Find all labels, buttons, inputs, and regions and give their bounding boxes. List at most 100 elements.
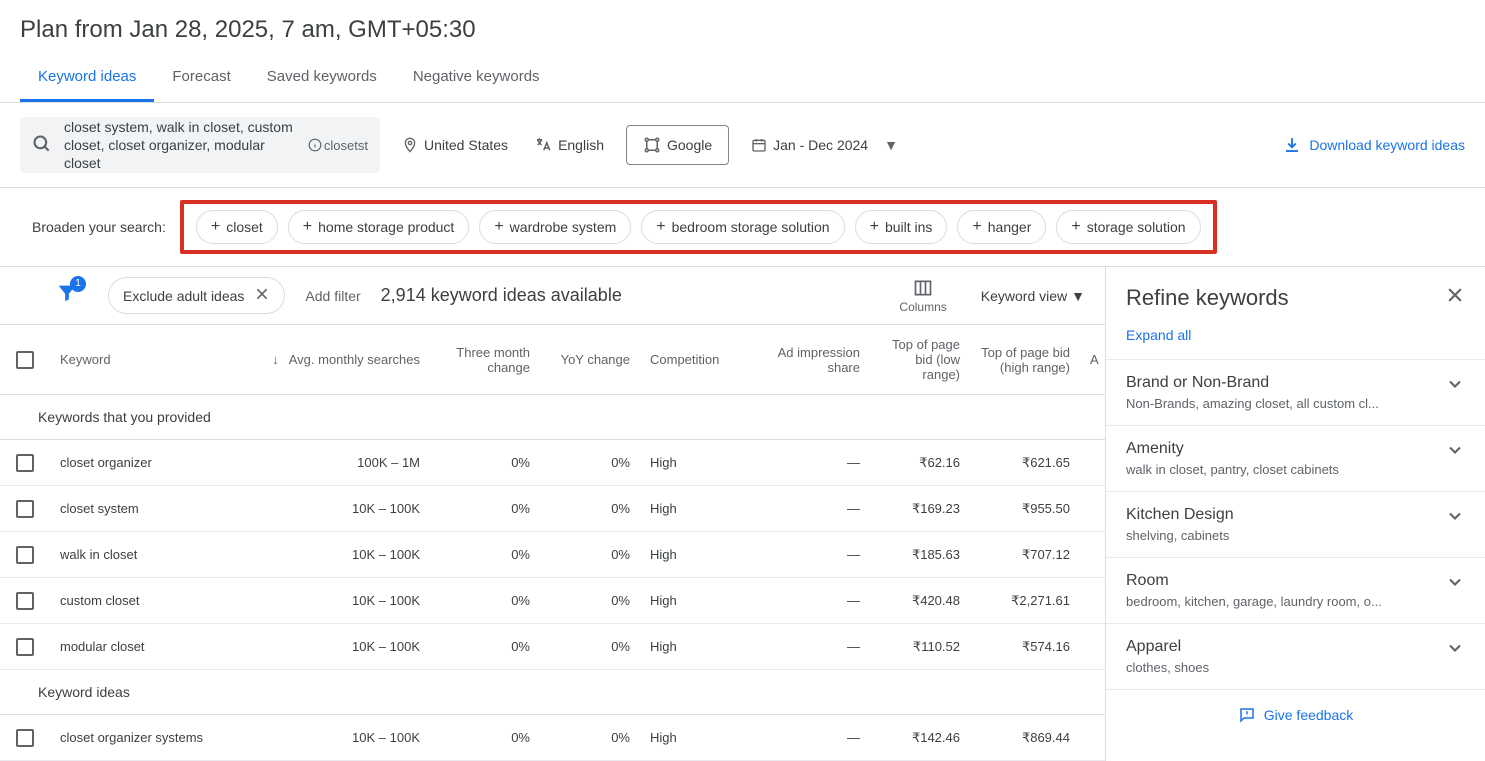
- download-label: Download keyword ideas: [1309, 137, 1465, 153]
- chevron-down-icon: [1445, 638, 1465, 661]
- cell-impression: —: [750, 440, 870, 485]
- row-checkbox[interactable]: [16, 638, 34, 656]
- close-refine-icon[interactable]: [1445, 285, 1465, 311]
- network-filter[interactable]: Google: [626, 125, 729, 165]
- chip-closet[interactable]: +closet: [196, 210, 278, 244]
- broaden-bar: Broaden your search: +closet +home stora…: [0, 188, 1485, 267]
- cell-three-month: 0%: [430, 440, 540, 485]
- broaden-label: Broaden your search:: [32, 219, 166, 235]
- date-text: Jan - Dec 2024: [773, 137, 868, 153]
- cell-bid-high: ₹574.16: [970, 624, 1080, 669]
- sort-desc-icon: ↓: [272, 352, 279, 367]
- cell-bid-high: ₹2,271.61: [970, 578, 1080, 623]
- refine-group-subtitle: Non-Brands, amazing closet, all custom c…: [1126, 396, 1379, 411]
- chip-storage-solution[interactable]: +storage solution: [1056, 210, 1200, 244]
- give-feedback-link[interactable]: Give feedback: [1106, 689, 1485, 740]
- chip-label: closet: [226, 219, 263, 235]
- table-row[interactable]: custom closet10K – 100K0%0%High—₹420.48₹…: [0, 578, 1105, 624]
- refine-group[interactable]: Roombedroom, kitchen, garage, laundry ro…: [1106, 557, 1485, 623]
- date-filter[interactable]: Jan - Dec 2024 ▼: [747, 131, 902, 159]
- table-row[interactable]: walk in closet10K – 100K0%0%High—₹185.63…: [0, 532, 1105, 578]
- location-icon: [402, 137, 418, 153]
- table-row[interactable]: closet system10K – 100K0%0%High—₹169.23₹…: [0, 486, 1105, 532]
- refine-group-title: Brand or Non-Brand: [1126, 374, 1379, 392]
- refine-group[interactable]: Kitchen Design shelving, cabinets: [1106, 491, 1485, 557]
- table-row[interactable]: modular closet10K – 100K0%0%High—₹110.52…: [0, 624, 1105, 670]
- tab-keyword-ideas[interactable]: Keyword ideas: [20, 54, 154, 102]
- remove-pill-icon[interactable]: [254, 286, 270, 305]
- plus-icon: +: [1071, 218, 1080, 236]
- col-yoy[interactable]: YoY change: [540, 325, 640, 394]
- refine-group-subtitle: shelving, cabinets: [1126, 528, 1234, 543]
- location-text: United States: [424, 137, 508, 153]
- plus-icon: +: [870, 218, 879, 236]
- col-bid-high[interactable]: Top of page bid (high range): [970, 325, 1080, 394]
- cell-competition: High: [640, 486, 750, 531]
- filter-funnel-icon[interactable]: 1: [56, 282, 78, 310]
- refine-group[interactable]: Brand or Non-Brand Non-Brands, amazing cl…: [1106, 359, 1485, 425]
- cell-keyword: modular closet: [50, 624, 260, 669]
- keyword-search-box[interactable]: closet system, walk in closet, custom cl…: [20, 117, 380, 173]
- chip-label: hanger: [988, 219, 1032, 235]
- col-keyword[interactable]: Keyword: [50, 325, 260, 394]
- chip-hanger[interactable]: +hanger: [957, 210, 1046, 244]
- feedback-label: Give feedback: [1264, 707, 1354, 723]
- col-bid-low[interactable]: Top of page bid (low range): [870, 325, 970, 394]
- table-header-row: Keyword ↓ Avg. monthly searches Three mo…: [0, 325, 1105, 395]
- expand-all-link[interactable]: Expand all: [1106, 321, 1485, 359]
- tab-saved-keywords[interactable]: Saved keywords: [249, 54, 395, 102]
- tab-negative-keywords[interactable]: Negative keywords: [395, 54, 558, 102]
- download-keyword-ideas[interactable]: Download keyword ideas: [1283, 136, 1465, 154]
- dropdown-caret-icon: ▼: [884, 137, 898, 153]
- table-row[interactable]: closet organizer100K – 1M0%0%High—₹62.16…: [0, 440, 1105, 486]
- col-competition[interactable]: Competition: [640, 325, 750, 394]
- cell-bid-low: ₹62.16: [870, 440, 970, 485]
- col-impression[interactable]: Ad impression share: [750, 325, 870, 394]
- col-three-month[interactable]: Three month change: [430, 325, 540, 394]
- pill-label: Exclude adult ideas: [123, 288, 244, 304]
- row-checkbox[interactable]: [16, 546, 34, 564]
- group-ideas: Keyword ideas: [0, 670, 1105, 715]
- cell-bid-high: ₹707.12: [970, 532, 1080, 577]
- refine-group-subtitle: bedroom, kitchen, garage, laundry room, …: [1126, 594, 1382, 609]
- chip-wardrobe-system[interactable]: +wardrobe system: [479, 210, 631, 244]
- refine-group-title: Kitchen Design: [1126, 506, 1234, 524]
- table-row[interactable]: closet organizer systems10K – 100K0%0%Hi…: [0, 715, 1105, 761]
- chip-home-storage[interactable]: +home storage product: [288, 210, 470, 244]
- chip-bedroom-storage[interactable]: +bedroom storage solution: [641, 210, 844, 244]
- cell-keyword: walk in closet: [50, 532, 260, 577]
- cell-searches: 10K – 100K: [260, 624, 430, 669]
- cell-keyword: custom closet: [50, 578, 260, 623]
- feedback-icon: [1238, 706, 1256, 724]
- columns-button[interactable]: Columns: [899, 278, 946, 314]
- row-checkbox[interactable]: [16, 729, 34, 747]
- language-icon: [534, 136, 552, 154]
- col-extra[interactable]: A: [1080, 325, 1100, 394]
- tab-forecast[interactable]: Forecast: [154, 54, 248, 102]
- row-checkbox[interactable]: [16, 592, 34, 610]
- chevron-down-icon: [1445, 506, 1465, 529]
- refine-keywords-panel: Refine keywords Expand all Brand or Non-…: [1105, 267, 1485, 761]
- dropdown-caret-icon: ▼: [1071, 288, 1085, 304]
- cell-yoy: 0%: [540, 624, 640, 669]
- language-filter[interactable]: English: [530, 130, 608, 160]
- chip-built-ins[interactable]: +built ins: [855, 210, 948, 244]
- col-searches[interactable]: ↓ Avg. monthly searches: [260, 325, 430, 394]
- row-checkbox[interactable]: [16, 500, 34, 518]
- exclude-adult-pill[interactable]: Exclude adult ideas: [108, 277, 285, 314]
- select-all-checkbox[interactable]: [16, 351, 34, 369]
- calendar-icon: [751, 137, 767, 153]
- refine-group-title: Amenity: [1126, 440, 1339, 458]
- results-toolbar: 1 Exclude adult ideas Add filter 2,914 k…: [0, 267, 1105, 325]
- add-filter-button[interactable]: Add filter: [305, 288, 360, 304]
- cell-searches: 100K – 1M: [260, 440, 430, 485]
- cell-yoy: 0%: [540, 486, 640, 531]
- cell-yoy: 0%: [540, 578, 640, 623]
- row-checkbox[interactable]: [16, 454, 34, 472]
- location-filter[interactable]: United States: [398, 131, 512, 159]
- chip-label: wardrobe system: [510, 219, 617, 235]
- cell-competition: High: [640, 532, 750, 577]
- refine-group[interactable]: Apparelclothes, shoes: [1106, 623, 1485, 689]
- keyword-view-dropdown[interactable]: Keyword view ▼: [981, 288, 1085, 304]
- refine-group[interactable]: Amenitywalk in closet, pantry, closet ca…: [1106, 425, 1485, 491]
